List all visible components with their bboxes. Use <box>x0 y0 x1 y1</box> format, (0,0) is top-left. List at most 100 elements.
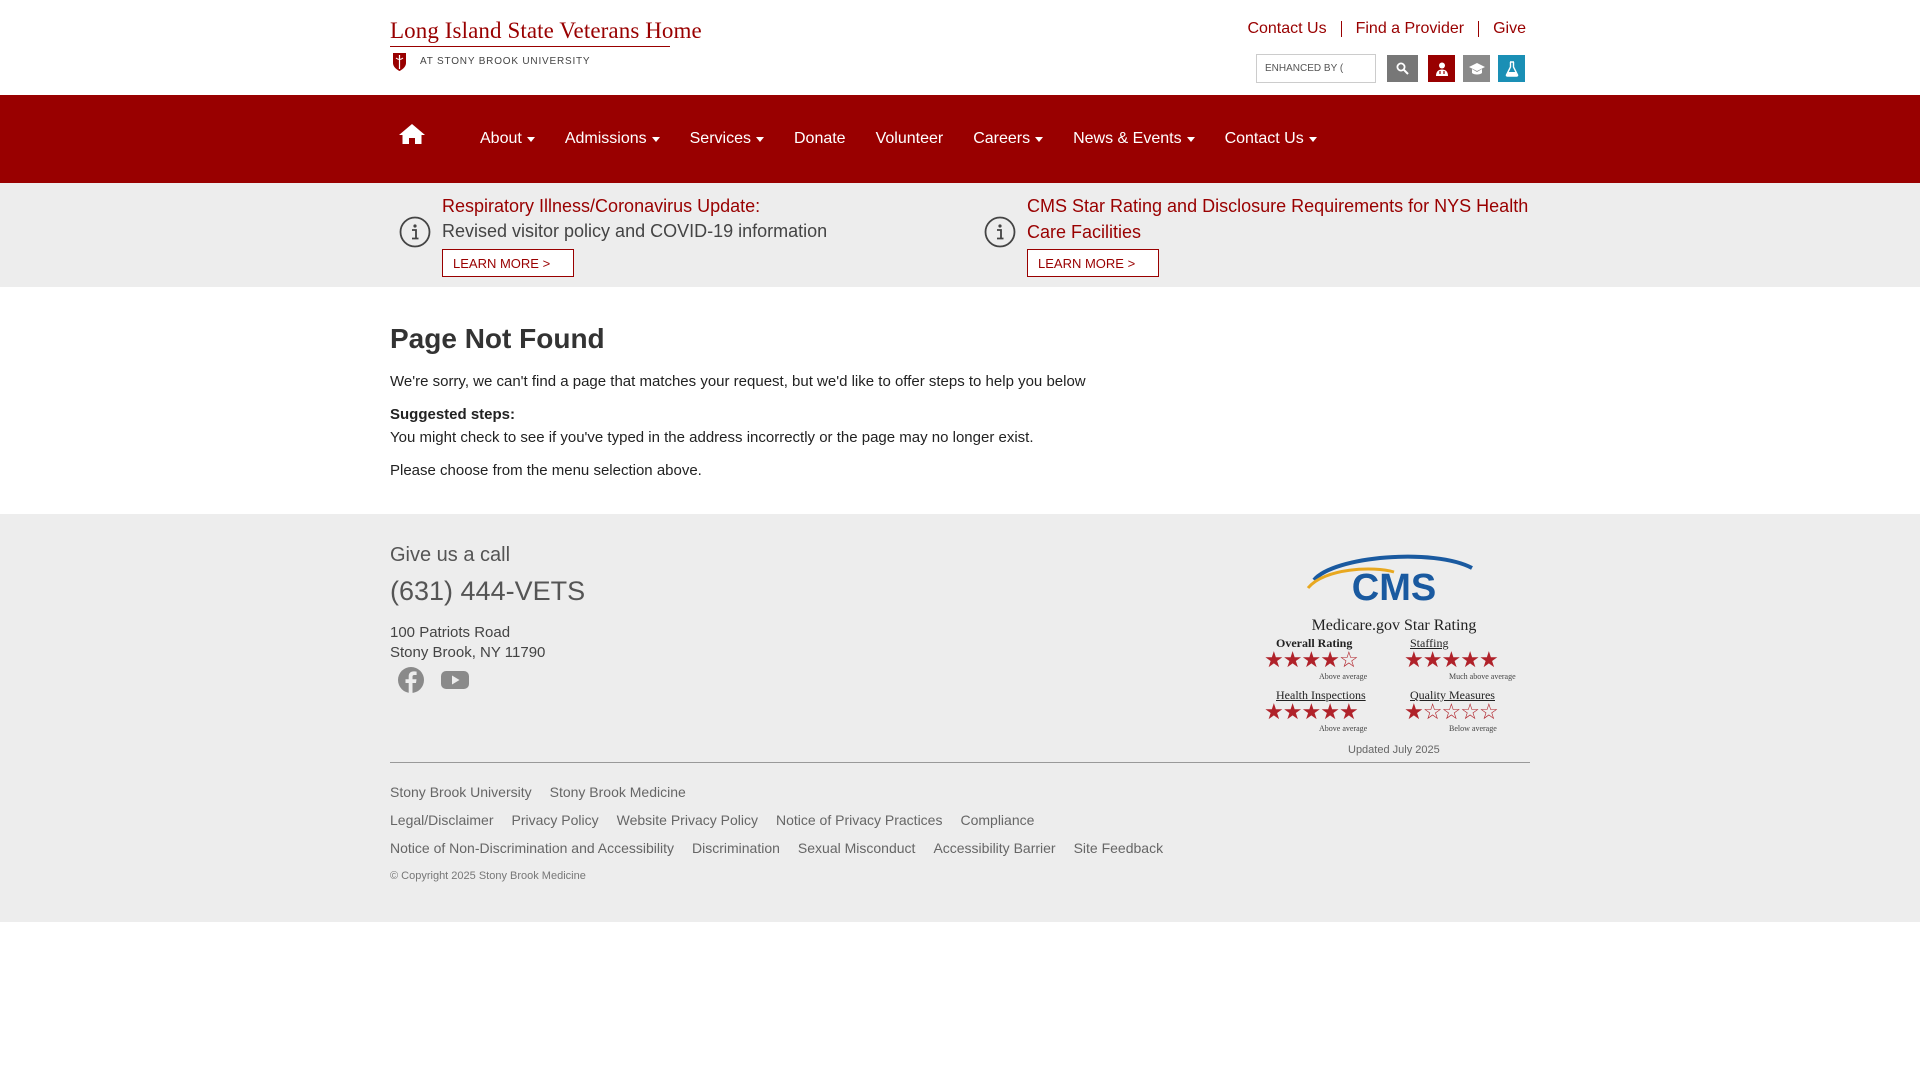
learn-more-covid-button[interactable]: LEARN MORE > <box>442 249 574 277</box>
cms-updated: Updated July 2025 <box>1348 744 1440 756</box>
star-rating: ★☆☆☆☆ <box>1404 699 1499 724</box>
youtube-icon[interactable] <box>440 666 470 694</box>
nav-label: Donate <box>793 130 846 147</box>
nav-item-donate[interactable]: Donate <box>794 130 846 148</box>
cms-rating-note: Below average <box>1449 724 1497 733</box>
star-empty-icon: ☆ <box>1478 699 1499 724</box>
star-filled-icon: ★ <box>1301 699 1321 724</box>
footer-link[interactable]: Compliance <box>960 812 1034 828</box>
nav-item-careers[interactable]: Careers <box>973 130 1044 148</box>
caret-down-icon <box>755 136 764 142</box>
nav-label: Admissions <box>564 130 647 147</box>
nav-label: Services <box>689 130 751 147</box>
cms-rating-note: Above average <box>1319 724 1368 733</box>
footer-link[interactable]: Accessibility Barrier <box>933 840 1055 856</box>
footer-links-row: Notice of Non-Discrimination and Accessi… <box>390 840 1181 856</box>
alert-cms-title[interactable]: CMS Star Rating and Disclosure Requireme… <box>1027 193 1537 245</box>
footer-link[interactable]: Privacy Policy <box>511 812 598 828</box>
cms-rating-note: Much above average <box>1449 672 1516 681</box>
page-title: Page Not Found <box>390 323 605 354</box>
cms-caption: Medicare.gov Star Rating <box>1312 617 1477 634</box>
footer-link[interactable]: Notice of Non-Discrimination and Accessi… <box>390 840 674 856</box>
shield-icon <box>393 53 406 71</box>
site-logo[interactable]: Long Island State Veterans Home AT STONY… <box>390 18 702 74</box>
caret-down-icon <box>1308 136 1317 142</box>
info-icon <box>399 216 431 248</box>
footer-link[interactable]: Notice of Privacy Practices <box>776 812 943 828</box>
footer-link[interactable]: Stony Brook Medicine <box>550 784 686 800</box>
address-line: Stony Brook, NY 11790 <box>390 644 546 661</box>
top-link-give[interactable]: Give <box>1479 20 1526 38</box>
nav-label: Contact Us <box>1224 130 1304 147</box>
cms-rating-note: Above average <box>1319 672 1368 681</box>
caret-down-icon <box>1035 136 1044 142</box>
logo-title: Long Island State Veterans Home <box>390 18 702 43</box>
star-filled-icon: ★ <box>1320 699 1340 724</box>
footer-links-row: Stony Brook University Stony Brook Medic… <box>390 784 704 800</box>
alert-covid-title[interactable]: Respiratory Illness/Coronavirus Update: <box>442 193 760 219</box>
graduation-cap-icon <box>1468 62 1485 74</box>
cms-rating-overall-rating: Overall Rating ★★★★☆ Above average <box>1264 636 1394 686</box>
star-filled-icon: ★ <box>1282 647 1303 672</box>
home-icon[interactable] <box>398 123 426 145</box>
page: Long Island State Veterans Home AT STONY… <box>0 0 1920 1080</box>
flask-icon <box>1505 60 1518 77</box>
nav-item-volunteer[interactable]: Volunteer <box>876 130 944 148</box>
star-filled-icon: ★ <box>1404 699 1424 724</box>
top-link-find-provider[interactable]: Find a Provider <box>1342 20 1479 38</box>
nav-item-about[interactable]: About <box>480 130 535 148</box>
star-filled-icon: ★ <box>1264 647 1284 672</box>
cms-star-rating[interactable]: CMS Medicare.gov Star Rating Overall Rat… <box>1264 542 1534 762</box>
alert-cms-title-line2: Care Facilities <box>1027 222 1142 242</box>
logo-subtitle: AT STONY BROOK UNIVERSITY <box>420 56 591 67</box>
learn-more-cms-button[interactable]: LEARN MORE > <box>1027 249 1159 277</box>
top-link-contact-us[interactable]: Contact Us <box>1233 20 1340 38</box>
footer-link[interactable]: Discrimination <box>692 840 780 856</box>
cms-rating-staffing: Staffing ★★★★★ Much above average <box>1404 636 1534 686</box>
search-icon <box>1396 62 1409 75</box>
footer-link[interactable]: Legal/Disclaimer <box>390 812 493 828</box>
nav-label: News & Events <box>1073 130 1182 147</box>
phone-number[interactable]: (631) 444-VETS <box>390 576 585 607</box>
doctor-icon <box>1435 62 1448 76</box>
cms-rating-health-inspections: Health Inspections ★★★★★ Above average <box>1264 688 1394 738</box>
star-rating: ★★★★★ <box>1404 647 1499 672</box>
star-filled-icon: ★ <box>1320 647 1340 672</box>
footer-divider <box>390 762 1530 763</box>
caret-down-icon <box>526 136 535 142</box>
nav-label: Careers <box>973 130 1031 147</box>
caret-down-icon <box>1186 136 1195 142</box>
facebook-icon[interactable] <box>397 666 425 694</box>
search-button[interactable] <box>1387 55 1418 82</box>
call-label: Give us a call <box>390 544 511 566</box>
copyright: © Copyright 2025 Stony Brook Medicine <box>390 870 586 882</box>
star-filled-icon: ★ <box>1282 699 1303 724</box>
star-filled-icon: ★ <box>1264 699 1284 724</box>
star-empty-icon: ☆ <box>1338 647 1359 672</box>
star-filled-icon: ★ <box>1441 647 1461 672</box>
find-doctor-button[interactable] <box>1428 55 1455 82</box>
footer-link[interactable]: Stony Brook University <box>390 784 532 800</box>
footer-link[interactable]: Sexual Misconduct <box>798 840 916 856</box>
nav-item-admissions[interactable]: Admissions <box>565 130 660 148</box>
star-rating: ★★★★★ <box>1264 699 1359 724</box>
cms-rating-quality-measures: Quality Measures ★☆☆☆☆ Below average <box>1404 688 1534 738</box>
steps-heading: Suggested steps: <box>390 406 516 423</box>
star-filled-icon: ★ <box>1460 647 1480 672</box>
star-filled-icon: ★ <box>1404 647 1424 672</box>
nav-item-services[interactable]: Services <box>690 130 764 148</box>
research-button[interactable] <box>1498 55 1525 82</box>
footer-links-row: Legal/Disclaimer Privacy Policy Website … <box>390 812 1052 828</box>
site-header: Long Island State Veterans Home AT STONY… <box>0 0 1920 95</box>
nav-item-contact-us[interactable]: Contact Us <box>1225 130 1317 148</box>
main-nav: About Admissions Services Donate Volunte… <box>0 95 1920 183</box>
footer-link[interactable]: Site Feedback <box>1074 840 1164 856</box>
star-filled-icon: ★ <box>1422 647 1443 672</box>
star-filled-icon: ★ <box>1301 647 1321 672</box>
search-input[interactable]: ENHANCED BY ( <box>1256 54 1376 83</box>
caret-down-icon <box>651 136 660 142</box>
education-button[interactable] <box>1463 55 1490 82</box>
alert-cms-title-line1: CMS Star Rating and Disclosure Requireme… <box>1027 196 1529 216</box>
nav-item-news-events[interactable]: News & Events <box>1073 130 1195 148</box>
footer-link[interactable]: Website Privacy Policy <box>617 812 758 828</box>
